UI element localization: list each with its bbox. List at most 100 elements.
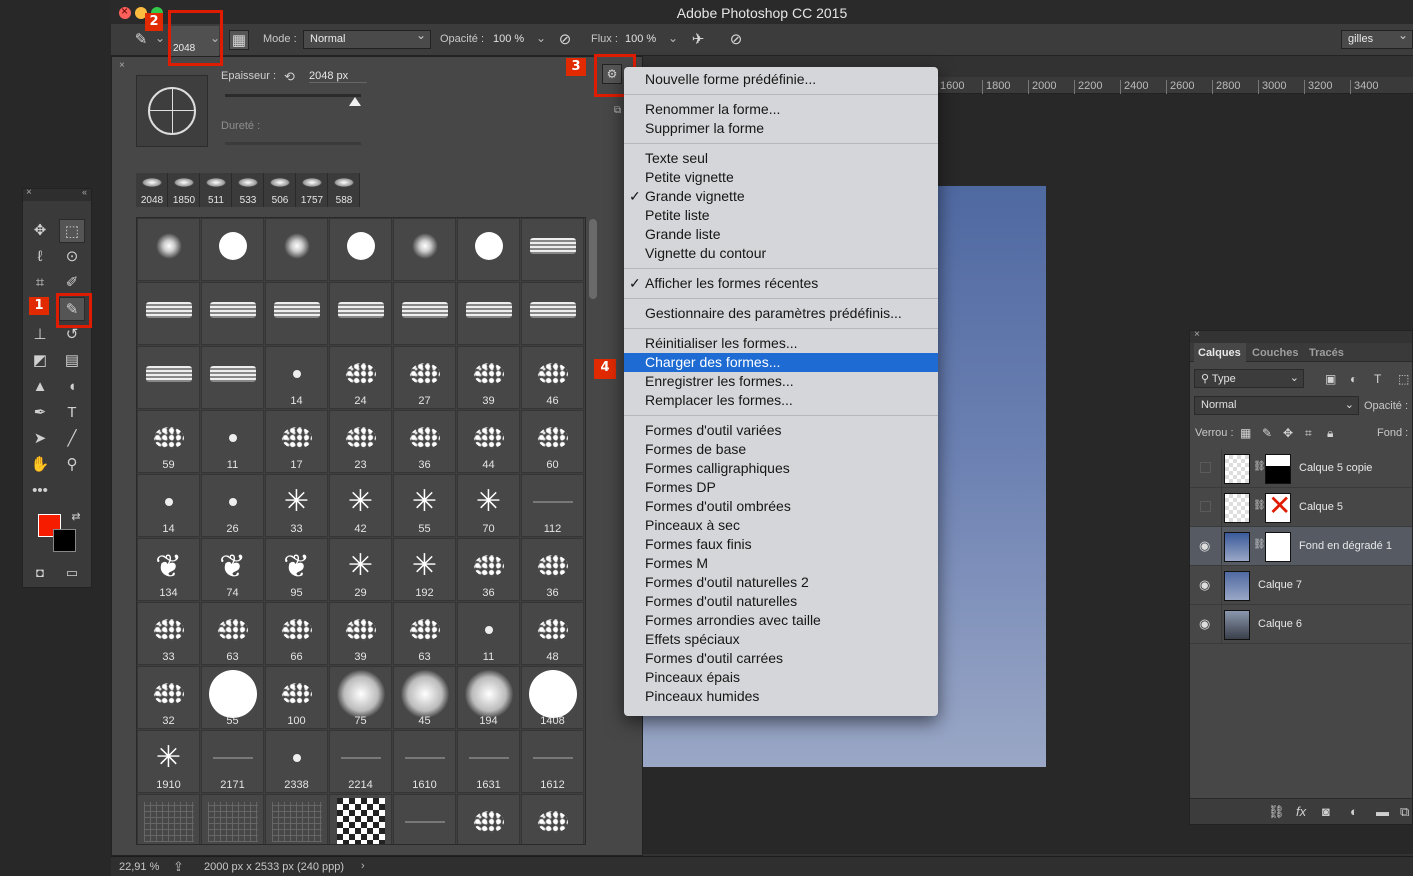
tab-traces[interactable]: Tracés [1309, 347, 1344, 359]
menu-item[interactable]: Effets spéciaux [624, 630, 938, 649]
menu-item[interactable]: Petite liste [624, 206, 938, 225]
brush-preset-cell[interactable]: ❦ 74 [201, 538, 264, 601]
brush-preset-cell[interactable]: 112 [521, 474, 584, 537]
hand-tool-icon[interactable]: ✋ [27, 453, 53, 477]
filter-pixel-icon[interactable]: ▣ [1325, 372, 1336, 386]
brush-preset-cell[interactable] [457, 794, 520, 844]
menu-item[interactable]: Grande liste [624, 225, 938, 244]
brush-preset-cell[interactable]: 32 [137, 666, 200, 729]
layer-row[interactable]: ⛓ ✕ Calque 5 [1190, 488, 1412, 527]
brush-preset-cell[interactable]: ✳ 29 [329, 538, 392, 601]
brush-preset-cell[interactable]: 59 [137, 410, 200, 473]
size-slider[interactable] [225, 94, 361, 97]
menu-item[interactable]: Formes DP [624, 478, 938, 497]
menu-item[interactable]: Nouvelle forme prédéfinie... [624, 70, 938, 89]
brush-grid-scrollbar[interactable] [589, 219, 597, 299]
blur-tool-icon[interactable]: ▲ [27, 375, 53, 399]
brush-preset-cell[interactable] [137, 346, 200, 409]
brush-panel-toggle-icon[interactable]: ▦ [229, 30, 249, 50]
menu-item[interactable]: Remplacer les formes... [624, 391, 938, 410]
brush-preset-cell[interactable]: 39 [329, 602, 392, 665]
brush-preset-cell[interactable]: 45 [393, 666, 456, 729]
brush-tool-icon[interactable]: ✎ [131, 30, 151, 50]
pen-tool-icon[interactable]: ✒ [27, 401, 53, 425]
brush-preset-cell[interactable]: 11 [457, 602, 520, 665]
quick-mask-icon[interactable]: ◘ [27, 561, 53, 585]
toolbox-close-icon[interactable]: × [26, 187, 32, 198]
type-tool-icon[interactable]: T [59, 401, 85, 425]
brush-preset-cell[interactable]: 36 [521, 538, 584, 601]
menu-item[interactable]: Formes faux finis [624, 535, 938, 554]
brush-preset-cell[interactable]: 36 [393, 410, 456, 473]
brush-preset-cell[interactable]: 2214 [329, 730, 392, 793]
menu-item[interactable]: Pinceaux humides [624, 687, 938, 706]
menu-item[interactable]: ✓ Grande vignette [624, 187, 938, 206]
screen-mode-icon[interactable]: ▭ [59, 561, 85, 585]
brush-preset-cell[interactable] [265, 218, 328, 281]
share-icon[interactable]: ⇪ [173, 859, 184, 875]
add-mask-icon[interactable]: ◙ [1322, 804, 1330, 819]
lock-all-icon[interactable]: 🔒︎ [1327, 426, 1333, 441]
brush-preset-cell[interactable] [201, 218, 264, 281]
brush-preset-cell[interactable] [329, 218, 392, 281]
brush-preset-cell[interactable]: 24 [329, 346, 392, 409]
hardness-slider[interactable] [225, 142, 361, 145]
brush-preset-cell[interactable] [201, 282, 264, 345]
tool-preset-chevron-icon[interactable]: ⌄ [155, 31, 165, 45]
filter-shape-icon[interactable]: ⬚ [1398, 372, 1409, 386]
menu-item[interactable]: Charger des formes... [624, 353, 938, 372]
layer-visibility-toggle[interactable] [1190, 449, 1222, 488]
menu-item[interactable]: Enregistrer les formes... [624, 372, 938, 391]
brush-preset-cell[interactable]: 26 [201, 474, 264, 537]
filter-type-icon[interactable]: T [1374, 372, 1381, 386]
background-color-swatch[interactable] [53, 529, 76, 552]
menu-item[interactable]: Formes de base [624, 440, 938, 459]
new-preset-icon[interactable]: ⧉ [614, 105, 621, 116]
menu-item[interactable]: Formes calligraphiques [624, 459, 938, 478]
brush-preset-cell[interactable] [201, 346, 264, 409]
size-slider-handle[interactable] [349, 97, 361, 106]
brush-preset-cell[interactable] [201, 794, 264, 844]
menu-item[interactable]: Supprimer la forme [624, 119, 938, 138]
menu-item[interactable]: Formes d'outil naturelles 2 [624, 573, 938, 592]
layer-visibility-toggle[interactable]: ◉ [1190, 566, 1222, 605]
reset-size-icon[interactable]: ⟲ [284, 69, 295, 85]
marquee-tool-icon[interactable]: ⬚ [59, 219, 85, 243]
link-layers-icon[interactable]: ⛓ [1268, 804, 1285, 820]
brush-preset-cell[interactable] [137, 794, 200, 844]
more-tools-icon[interactable]: ••• [27, 479, 53, 503]
menu-item[interactable]: Vignette du contour [624, 244, 938, 263]
brush-preset-cell[interactable]: ✳ 55 [393, 474, 456, 537]
menu-item[interactable]: Texte seul [624, 149, 938, 168]
crop-tool-icon[interactable]: ⌗ [27, 271, 53, 295]
tab-calques[interactable]: Calques [1198, 347, 1241, 359]
brush-preset-cell[interactable]: 48 [521, 602, 584, 665]
brush-preset-cell[interactable]: 14 [137, 474, 200, 537]
brush-preset-cell[interactable]: ✳ 192 [393, 538, 456, 601]
zoom-level[interactable]: 22,91 % [119, 861, 159, 873]
recent-brush[interactable]: 588 [328, 173, 360, 207]
adjustment-layer-icon[interactable]: ◐ [1350, 804, 1358, 819]
brush-preset-cell[interactable]: 60 [521, 410, 584, 473]
brush-preset-cell[interactable] [393, 794, 456, 844]
brush-preset-cell[interactable] [457, 218, 520, 281]
brush-preset-cell[interactable]: 194 [457, 666, 520, 729]
menu-item[interactable]: Formes arrondies avec taille [624, 611, 938, 630]
brush-preset-cell[interactable]: 14 [265, 346, 328, 409]
brush-preset-cell[interactable] [329, 794, 392, 844]
brush-preset-cell[interactable]: ❦ 134 [137, 538, 200, 601]
brush-preset-cell[interactable] [393, 282, 456, 345]
brush-preset-cell[interactable]: 11 [201, 410, 264, 473]
brush-preset-cell[interactable] [265, 282, 328, 345]
stamp-tool-icon[interactable]: ⊥ [27, 323, 53, 347]
swap-colors-icon[interactable]: ⇄ [63, 505, 89, 529]
brush-tip-preview[interactable] [136, 75, 208, 147]
layers-panel-close-icon[interactable]: × [1194, 329, 1200, 340]
brush-preset-cell[interactable]: 27 [393, 346, 456, 409]
layer-visibility-toggle[interactable]: ◉ [1190, 605, 1222, 644]
brush-preset-cell[interactable]: 66 [265, 602, 328, 665]
menu-item[interactable]: Réinitialiser les formes... [624, 334, 938, 353]
new-group-icon[interactable]: ▬ [1376, 804, 1389, 819]
brush-preset-cell[interactable]: 23 [329, 410, 392, 473]
layer-row[interactable]: ⛓ Calque 5 copie [1190, 449, 1412, 488]
